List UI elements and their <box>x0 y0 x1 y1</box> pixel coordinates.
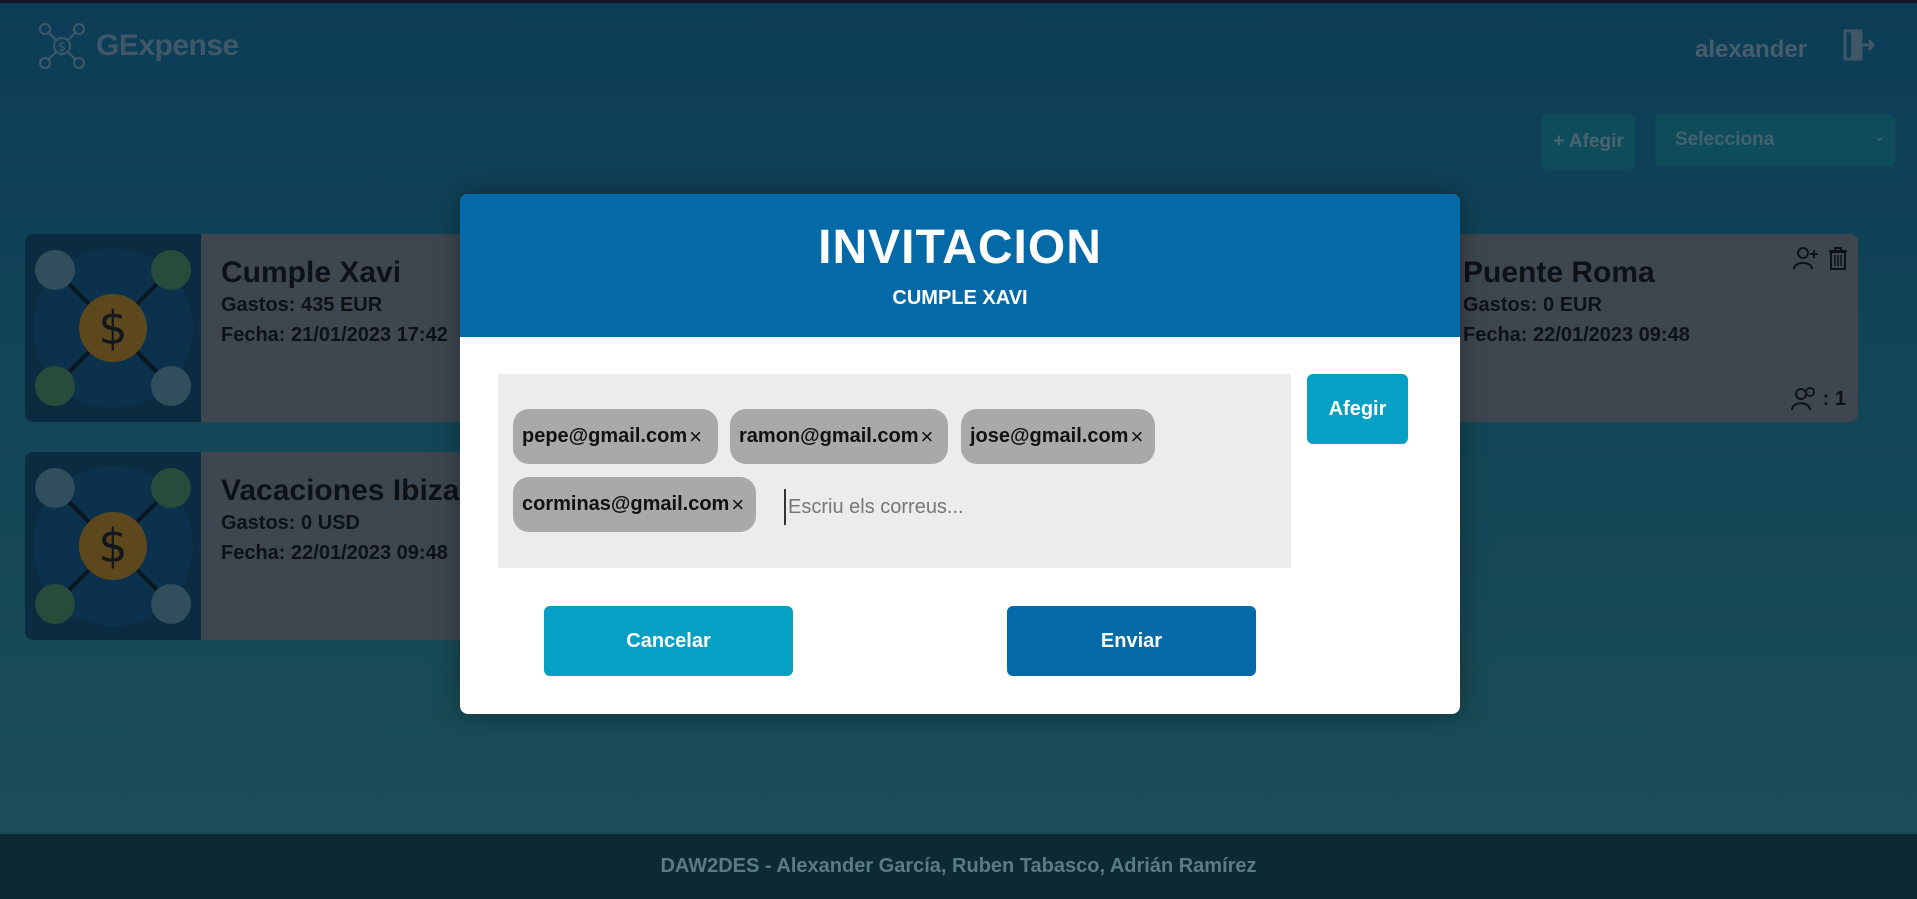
modal-subtitle: CUMPLE XAVI <box>892 287 1028 309</box>
email-chip: jose@gmail.com × <box>961 409 1155 464</box>
footer: DAW2DES - Alexander García, Ruben Tabasc… <box>0 834 1917 899</box>
email-chip: pepe@gmail.com × <box>513 409 718 464</box>
remove-chip-icon[interactable]: × <box>731 492 744 518</box>
remove-chip-icon[interactable]: × <box>689 424 702 450</box>
invitation-modal: INVITACION CUMPLE XAVI pepe@gmail.com × … <box>460 194 1460 714</box>
cancel-button[interactable]: Cancelar <box>544 606 793 676</box>
email-input[interactable] <box>784 489 1264 525</box>
send-button[interactable]: Enviar <box>1007 606 1256 676</box>
email-chip-label: jose@gmail.com <box>970 425 1129 447</box>
email-chip: ramon@gmail.com × <box>730 409 948 464</box>
remove-chip-icon[interactable]: × <box>1130 424 1143 450</box>
email-tags-field[interactable]: pepe@gmail.com × ramon@gmail.com × jose@… <box>498 374 1291 568</box>
footer-credits: DAW2DES - Alexander García, Ruben Tabasc… <box>660 855 1257 877</box>
email-chip: corminas@gmail.com × <box>513 477 756 532</box>
remove-chip-icon[interactable]: × <box>921 424 934 450</box>
add-email-button[interactable]: Afegir <box>1307 374 1408 444</box>
email-chip-label: pepe@gmail.com <box>522 425 688 447</box>
email-chip-label: ramon@gmail.com <box>739 425 919 447</box>
modal-title: INVITACION <box>818 221 1102 274</box>
email-chip-label: corminas@gmail.com <box>522 493 730 515</box>
modal-header: INVITACION CUMPLE XAVI <box>460 194 1460 337</box>
